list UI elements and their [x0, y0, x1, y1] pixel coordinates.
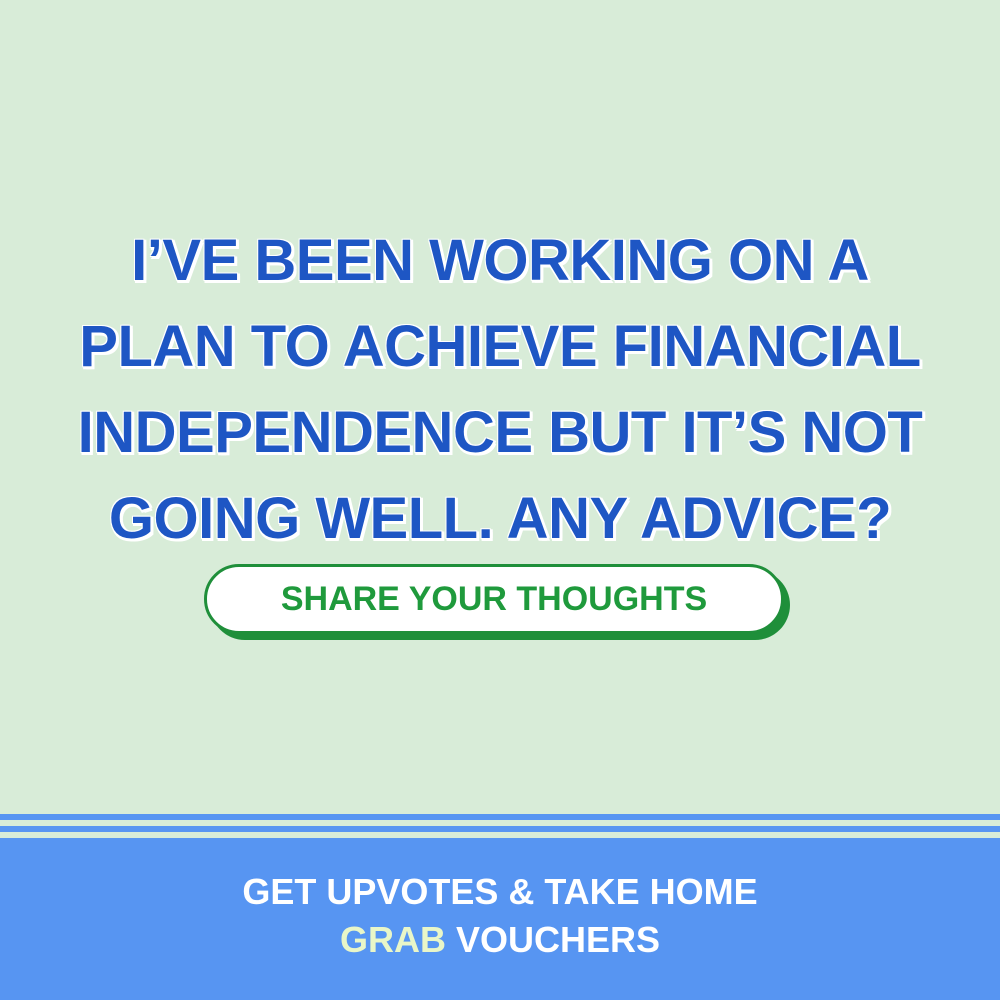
grab-highlight: GRAB — [339, 919, 446, 960]
footer-text: GET UPVOTES & TAKE HOME GRAB VOUCHERS — [0, 868, 1000, 964]
footer-banner: GET UPVOTES & TAKE HOME GRAB VOUCHERS — [0, 838, 1000, 1000]
headline-line-2: PLAN TO ACHIEVE FINANCIAL — [79, 314, 921, 379]
share-thoughts-button-wrap: SHARE YOUR THOUGHTS — [204, 564, 790, 640]
footer-vouchers: VOUCHERS — [455, 919, 661, 960]
headline-line-1: I’VE BEEN WORKING ON A — [131, 228, 869, 293]
headline: I’VE BEEN WORKING ON A PLAN TO ACHIEVE F… — [0, 218, 1000, 562]
share-thoughts-button[interactable]: SHARE YOUR THOUGHTS — [204, 564, 784, 634]
divider-stripe — [0, 814, 1000, 820]
divider-stripe — [0, 826, 1000, 832]
headline-line-4: GOING WELL. ANY ADVICE? — [108, 486, 892, 551]
footer-line-1: GET UPVOTES & TAKE HOME — [242, 871, 758, 912]
footer-line-2: GRAB VOUCHERS — [0, 916, 1000, 964]
headline-line-3: INDEPENDENCE BUT IT’S NOT — [77, 400, 923, 465]
divider-stripes — [0, 814, 1000, 838]
